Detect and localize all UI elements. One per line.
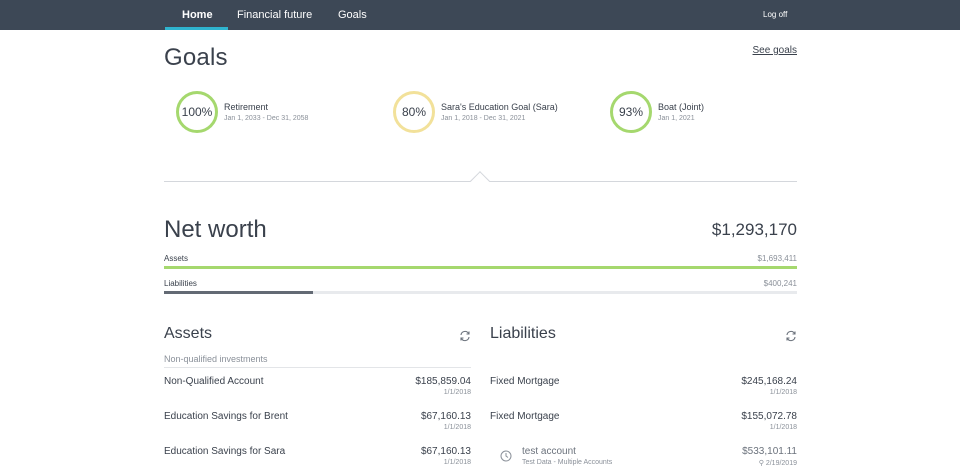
liabilities-bar-track	[164, 291, 797, 294]
liabilities-bar-value: $400,241	[763, 279, 797, 288]
top-nav: Home Financial future Goals Log off	[0, 0, 960, 30]
asset-row-amount: $67,160.13	[420, 411, 471, 422]
asset-row-name[interactable]: Non-Qualified Account	[164, 376, 264, 387]
net-worth-value: $1,293,170	[711, 220, 797, 239]
goal-name-boat[interactable]: Boat (Joint)	[658, 102, 704, 112]
liabilities-section-title: Liabilities	[490, 325, 556, 342]
goal-progress-ring-retirement[interactable]: 100%	[176, 91, 218, 133]
goal-dates-boat: Jan 1, 2021	[658, 115, 695, 122]
assets-subhead-rule	[164, 367, 471, 368]
liabilities-bar-fill	[164, 291, 314, 294]
nav-active-indicator	[165, 27, 228, 30]
asset-row-date: 1/1/2018	[443, 389, 471, 396]
assets-bar-value: $1,693,411	[757, 254, 797, 263]
assets-section-title: Assets	[164, 325, 213, 342]
liability-row-date-text: 2/19/2019	[765, 460, 797, 467]
liability-row-date: 1/1/2018	[769, 389, 797, 396]
goal-progress-ring-education[interactable]: 80%	[393, 91, 435, 133]
liabilities-bar-label: Liabilities	[164, 279, 197, 288]
caret-up-icon	[470, 171, 490, 191]
nav-home[interactable]: Home	[182, 0, 213, 30]
liability-row-name[interactable]: Fixed Mortgage	[490, 376, 559, 387]
assets-bar-fill	[164, 266, 797, 269]
goal-progress-ring-boat[interactable]: 93%	[610, 91, 652, 133]
liability-row-amount: $155,072.78	[741, 411, 797, 422]
asset-row-amount: $185,859.04	[415, 376, 471, 387]
asset-row-name[interactable]: Education Savings for Sara	[164, 446, 285, 457]
liability-row-date: ⚲ 2/19/2019	[657, 459, 797, 467]
asset-row-date: 1/1/2018	[443, 459, 471, 466]
goals-title: Goals	[164, 44, 228, 71]
liability-row-amount: $245,168.24	[741, 376, 797, 387]
liability-row-amount: $533,101.11	[742, 446, 797, 457]
link-icon: ⚲	[758, 460, 766, 467]
assets-bar-label: Assets	[164, 254, 189, 263]
logoff-link[interactable]: Log off	[763, 0, 787, 30]
goal-dates-education: Jan 1, 2018 - Dec 31, 2021	[441, 115, 526, 122]
net-worth-title: Net worth	[164, 216, 267, 243]
liability-row-subtitle: Test Data - Multiple Accounts	[522, 459, 613, 466]
liability-row-date: 1/1/2018	[769, 424, 797, 431]
assets-subhead: Non-qualified investments	[164, 354, 268, 364]
liability-row-name[interactable]: test account	[522, 446, 576, 457]
assets-bar-track	[164, 266, 797, 269]
assets-refresh-icon[interactable]	[459, 330, 471, 342]
goal-name-retirement[interactable]: Retirement	[224, 102, 268, 112]
nav-financial-future[interactable]: Financial future	[237, 0, 312, 30]
liabilities-refresh-icon[interactable]	[785, 330, 797, 342]
asset-row-amount: $67,160.13	[420, 446, 471, 457]
asset-row-date: 1/1/2018	[443, 424, 471, 431]
goal-name-education[interactable]: Sara's Education Goal (Sara)	[441, 102, 558, 112]
asset-row-name[interactable]: Education Savings for Brent	[164, 411, 288, 422]
liability-row-name[interactable]: Fixed Mortgage	[490, 411, 559, 422]
nav-goals[interactable]: Goals	[338, 0, 367, 30]
goal-dates-retirement: Jan 1, 2033 - Dec 31, 2058	[224, 115, 309, 122]
clock-icon	[500, 450, 512, 462]
see-goals-link[interactable]: See goals	[720, 45, 797, 56]
